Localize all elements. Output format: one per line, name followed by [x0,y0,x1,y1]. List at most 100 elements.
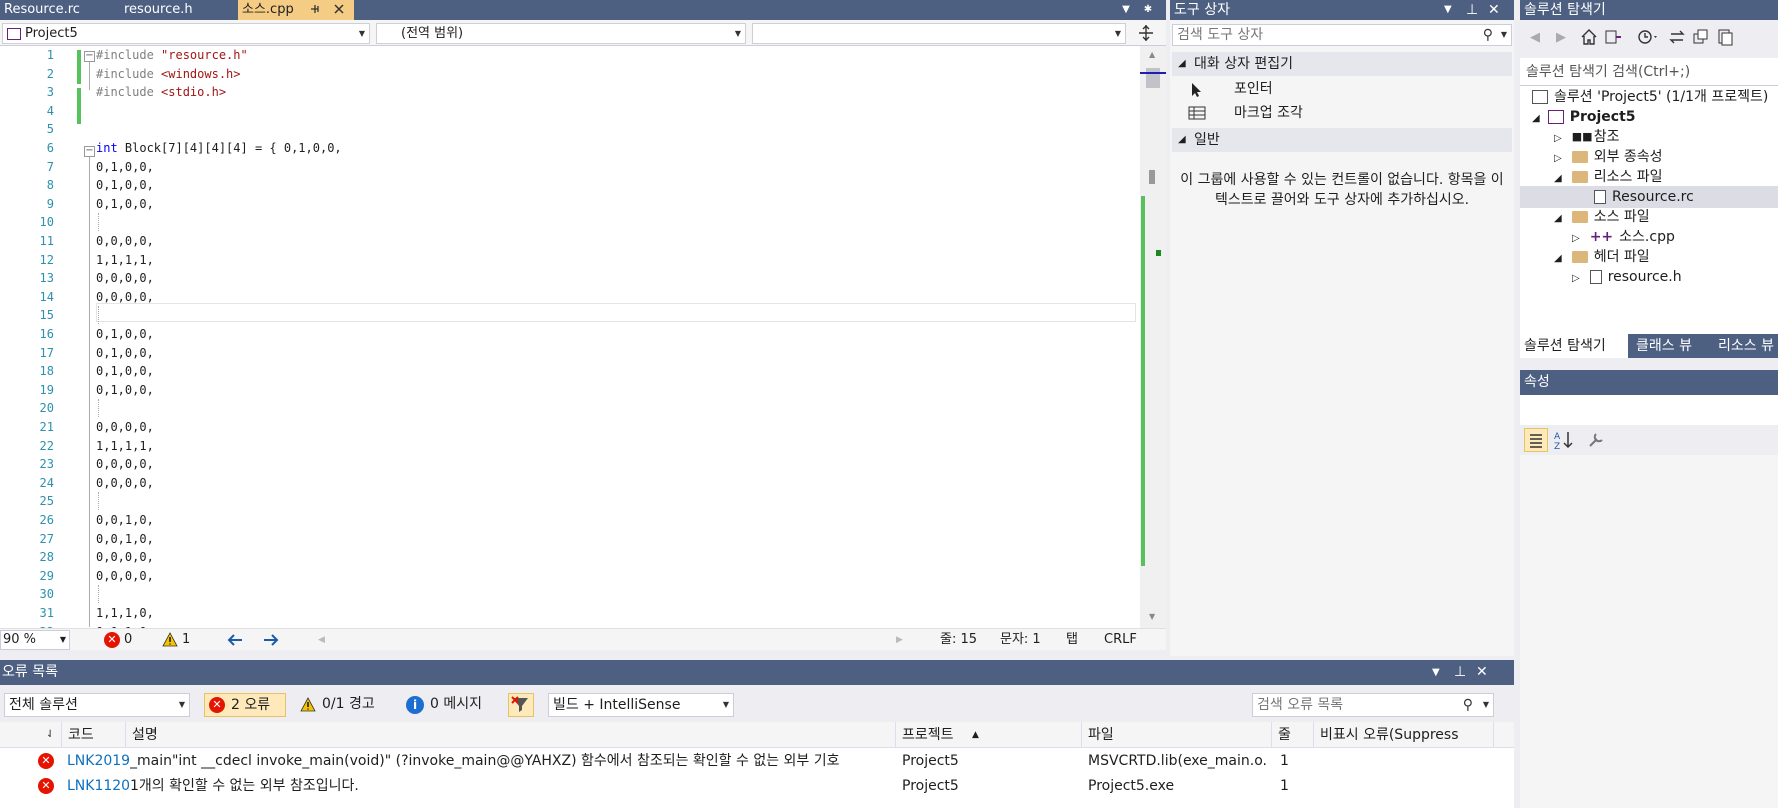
tab-list-dropdown-icon[interactable]: ▼ [1116,0,1136,20]
column-desc[interactable]: 설명 [126,722,896,748]
forward-icon[interactable] [262,633,280,647]
vertical-scrollbar[interactable]: ▲ ▼ [1140,46,1166,628]
tab-resource-h[interactable]: resource.h [120,0,238,20]
dropdown-icon[interactable]: ▼ [1432,660,1440,685]
error-code-link[interactable]: LNK1120 [67,774,130,799]
expanded-icon: ◢ [1554,213,1562,224]
scroll-down-icon[interactable]: ▼ [1149,612,1155,621]
messages-filter-button[interactable]: i 0 메시지 [404,693,504,717]
pin-icon[interactable] [308,2,322,16]
caret-marker [1140,72,1166,74]
column-code[interactable]: 코드 [62,722,126,748]
tab-source-cpp[interactable]: 소스.cpp [238,0,354,20]
show-all-files-icon[interactable] [1716,28,1734,46]
scope-filter[interactable]: 전체 솔루션 ▼ [4,693,190,717]
zoom-combo[interactable]: 90 % ▼ [0,630,70,650]
error-search-input[interactable]: 검색 오류 목록 ⚲ ▼ [1252,693,1494,717]
section-label: 일반 [1194,132,1220,148]
info-icon: i [406,696,424,714]
indent-guide [98,306,99,324]
scope-combo[interactable]: (전역 범위) ▼ [376,23,746,44]
switch-views-icon[interactable] [1604,28,1622,46]
table-row[interactable]: ✕ LNK1120 1개의 확인할 수 없는 외부 참조입니다. Project… [0,774,1514,799]
tree-external-deps[interactable]: ▷ 외부 종속성 [1554,146,1663,168]
warning-count[interactable]: 1 [182,629,190,651]
pin-icon[interactable]: ⊥ [1454,660,1466,685]
line-number: 21 [39,420,54,434]
home-icon[interactable] [1580,28,1598,46]
back-icon[interactable]: ◀ [1530,30,1540,45]
scroll-up-icon[interactable]: ▲ [1149,50,1155,59]
categorized-icon[interactable] [1524,428,1548,452]
code-editor[interactable]: − − 1 #include "resource.h" 2 #include <win… [0,46,1166,639]
error-line: 1 [1280,778,1289,794]
back-icon[interactable] [226,633,244,647]
search-icon[interactable]: ⚲ [1483,25,1493,45]
dropdown-icon[interactable]: ▼ [1444,0,1452,20]
char-indicator: 문자: 1 [1000,632,1041,647]
toolbox-section-dialog-editor[interactable]: ◢ 대화 상자 편집기 [1172,52,1512,76]
tree-header-folder[interactable]: ◢ 헤더 파일 [1554,246,1650,268]
eol-indicator[interactable]: CRLF [1104,629,1137,651]
project-combo[interactable]: Project5 ▼ [2,23,370,44]
column-file[interactable]: 파일 [1082,722,1272,748]
tree-header-file[interactable]: ▷ resource.h [1572,266,1682,288]
tab-resource-rc[interactable]: Resource.rc [0,0,118,20]
table-row[interactable]: ✕ LNK2019 _main"int __cdecl invoke_main(… [0,749,1514,774]
column-line[interactable]: 줄 [1272,722,1314,748]
tree-references[interactable]: ▷ ■■참조 [1554,126,1619,148]
collapse-icon[interactable]: − [84,51,95,62]
tab-resource-view[interactable]: 리소스 뷰 [1714,334,1778,358]
properties-object-combo[interactable] [1520,395,1778,425]
tree-source-folder[interactable]: ◢ 소스 파일 [1554,206,1650,228]
code-line: 0,1,0,0, [96,346,154,360]
tree-solution[interactable]: 솔루션 'Project5' (1/1개 프로젝트) [1532,86,1768,108]
close-icon[interactable] [332,2,346,16]
toolbox-section-general[interactable]: ◢ 일반 [1172,128,1512,152]
chevron-down-icon: ▼ [734,29,741,38]
tab-solution-explorer[interactable]: 솔루션 탐색기 [1520,334,1628,358]
close-icon[interactable]: ✕ [1476,660,1488,685]
pointer-icon [1190,82,1204,98]
indent-guide [98,585,99,603]
member-combo[interactable]: ▼ [752,23,1126,44]
gear-icon[interactable]: ✱ [1138,0,1158,20]
history-icon[interactable] [1636,28,1660,46]
alphabetical-icon[interactable]: AZ [1552,428,1576,452]
column-sort-icon[interactable]: ⇃ [40,722,62,748]
indent-indicator[interactable]: 탭 [1066,629,1078,651]
tree-resource-file[interactable]: Resource.rc [1520,186,1778,208]
toolbox-empty-message: 이 그룹에 사용할 수 있는 컨트롤이 없습니다. 항목을 이 텍스트로 끌어와… [1180,172,1504,208]
forward-icon[interactable]: ▶ [1556,30,1566,45]
tab-class-view[interactable]: 클래스 뷰 [1632,334,1712,358]
scrollbar-thumb[interactable] [1146,68,1160,88]
scroll-right-icon[interactable]: ▶ [896,629,903,651]
solution-search-input[interactable]: 솔루션 탐색기 검색(Ctrl+;) [1520,58,1778,86]
line-number: 2 [46,67,54,81]
error-file: MSVCRTD.lib(exe_main.o... [1088,753,1268,769]
tab-label: 솔루션 탐색기 [1524,338,1606,354]
scroll-left-icon[interactable]: ◀ [318,629,325,651]
wrench-icon[interactable] [1586,430,1606,450]
column-suppress[interactable]: 비표시 오류(Suppress [1314,722,1494,748]
column-project[interactable]: 프로젝트 ▲ [896,722,1082,748]
build-filter-value: 빌드 + IntelliSense [553,697,681,713]
tree-resource-folder[interactable]: ◢ 리소스 파일 [1554,166,1663,188]
collapse-all-icon[interactable] [1692,28,1710,46]
filter-button[interactable] [508,693,534,717]
line-number: 13 [39,271,54,285]
split-icon[interactable] [1136,24,1156,42]
warnings-filter-button[interactable]: 0/1 경고 [298,693,390,717]
tree-project[interactable]: ◢ Project5 [1532,106,1636,128]
toolbox-search-input[interactable]: 검색 도구 상자 ⚲ ▼ [1172,24,1512,46]
build-filter[interactable]: 빌드 + IntelliSense ▼ [548,693,734,717]
collapse-icon[interactable]: − [84,146,95,157]
tree-source-file[interactable]: ▷ ++ 소스.cpp [1572,226,1675,248]
errors-filter-button[interactable]: ✕ 2 오류 [204,693,286,717]
sync-icon[interactable] [1668,28,1686,46]
error-code-link[interactable]: LNK2019 [67,749,130,774]
search-icon[interactable]: ⚲ [1463,694,1473,716]
error-count[interactable]: 0 [124,629,132,651]
pin-icon[interactable]: ⊥ [1466,0,1478,20]
close-icon[interactable]: ✕ [1488,0,1500,20]
